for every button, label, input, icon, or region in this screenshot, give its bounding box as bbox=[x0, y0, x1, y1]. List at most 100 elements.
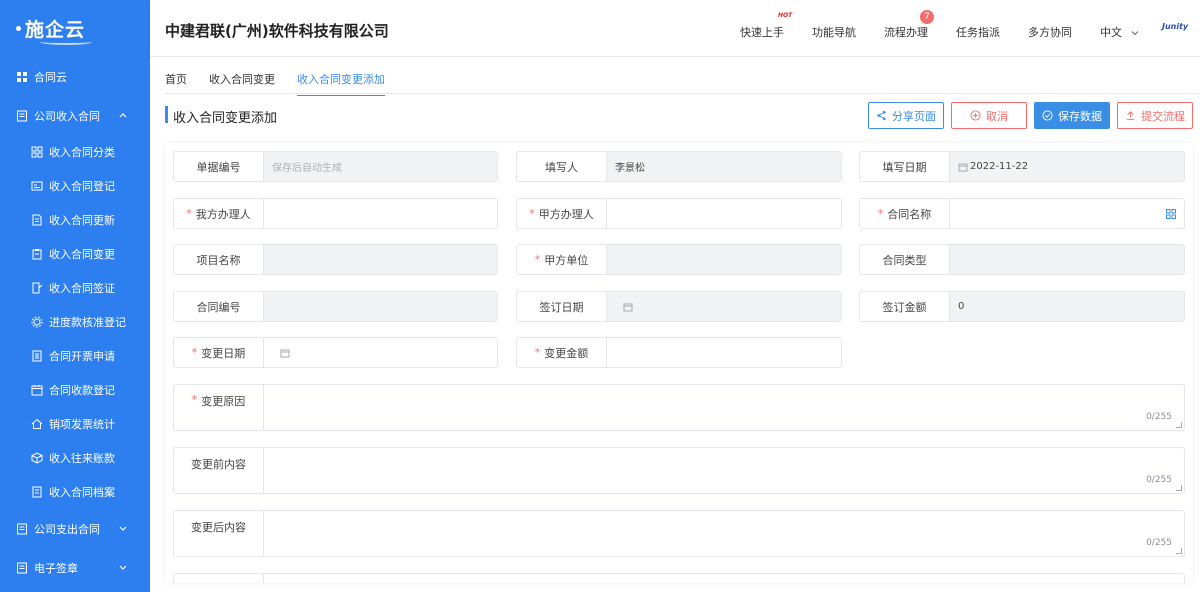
party-a-handler-input[interactable] bbox=[607, 199, 841, 228]
language-select[interactable]: 中文 bbox=[1100, 24, 1140, 40]
save-data-button[interactable]: 保存数据 bbox=[1034, 102, 1110, 129]
clipboard-icon bbox=[31, 248, 43, 260]
sidebar-group-expense-contract[interactable]: 公司支出合同 bbox=[0, 509, 150, 548]
change-date-input[interactable] bbox=[264, 338, 497, 367]
sidebar-group-income-contract[interactable]: 公司收入合同 bbox=[0, 96, 150, 135]
resize-handle[interactable] bbox=[1176, 485, 1182, 491]
sidebar-item-payment-register[interactable]: 合同收款登记 bbox=[0, 373, 150, 407]
sidebar-item-progress-payment[interactable]: 进度款核准登记 bbox=[0, 305, 150, 339]
save-data-label: 保存数据 bbox=[1058, 109, 1102, 123]
field-label: 签订金额 bbox=[860, 292, 950, 321]
sidebar-item-label: 收入合同分类 bbox=[49, 146, 115, 159]
sidebar-item-contract-update[interactable]: 收入合同更新 bbox=[0, 203, 150, 237]
sidebar-group-label: 公司收入合同 bbox=[34, 109, 100, 123]
before-content-textarea[interactable]: 0/255 bbox=[264, 448, 1184, 493]
field-project-name: 项目名称 bbox=[173, 244, 498, 275]
logo[interactable]: 施企云 bbox=[0, 0, 150, 57]
field-change-amount: * 变更金额 bbox=[516, 337, 842, 368]
writer-input: 李景松 bbox=[607, 152, 841, 181]
field-label: 项目名称 bbox=[174, 245, 264, 274]
logo-swoosh bbox=[40, 39, 92, 45]
calendar-icon bbox=[623, 302, 633, 312]
sidebar-item-label: 合同开票申请 bbox=[49, 350, 115, 363]
field-writer: 填写人 李景松 bbox=[516, 151, 842, 182]
field-label: * 我方办理人 bbox=[174, 199, 264, 228]
brand-logo: Junity bbox=[1162, 22, 1189, 31]
chevron-down-icon bbox=[119, 565, 127, 570]
document-icon bbox=[16, 110, 28, 122]
partial-next-input[interactable] bbox=[264, 574, 1184, 583]
field-before-content: 变更前内容 0/255 bbox=[173, 447, 1185, 494]
sidebar-item-invoice-apply[interactable]: 合同开票申请 bbox=[0, 339, 150, 373]
nav-collaboration[interactable]: 多方协同 bbox=[1028, 24, 1072, 40]
document-icon bbox=[16, 562, 28, 574]
sidebar-item-label: 收入合同签证 bbox=[49, 282, 115, 295]
contract-type-input bbox=[950, 245, 1184, 274]
nav-task-assign[interactable]: 任务指派 bbox=[956, 24, 1000, 40]
field-label: 填写人 bbox=[517, 152, 607, 181]
chevron-down-icon bbox=[119, 526, 127, 531]
field-change-date: * 变更日期 bbox=[173, 337, 498, 368]
company-name: 中建君联(广州)软件科技有限公司 bbox=[165, 22, 389, 40]
sidebar-item-contract-archive[interactable]: 收入合同档案 bbox=[0, 475, 150, 509]
change-reason-textarea[interactable]: 0/255 bbox=[264, 385, 1184, 430]
field-label: 变更前内容 bbox=[174, 448, 264, 493]
sidebar-item-output-invoice[interactable]: 销项发票统计 bbox=[0, 407, 150, 441]
sidebar-item-label: 销项发票统计 bbox=[49, 418, 115, 431]
sidebar-item-label: 合同收款登记 bbox=[49, 384, 115, 397]
select-grid-icon[interactable] bbox=[1166, 209, 1176, 222]
check-circle-icon bbox=[1042, 110, 1053, 121]
title-accent bbox=[165, 106, 168, 123]
sidebar-item-contract-register[interactable]: 收入合同登记 bbox=[0, 169, 150, 203]
nav-function-guide[interactable]: 功能导航 bbox=[812, 24, 856, 40]
sidebar-group-e-signature[interactable]: 电子签章 bbox=[0, 548, 150, 587]
logo-dot bbox=[16, 26, 21, 31]
sidebar-item-label: 收入往来账款 bbox=[49, 452, 115, 465]
form-panel: 单据编号 保存后自动生成 填写人 李景松 填写日期 2022-11-22 * 我方… bbox=[165, 143, 1193, 583]
field-after-content: 变更后内容 0/255 bbox=[173, 510, 1185, 557]
change-amount-input[interactable] bbox=[607, 338, 841, 367]
file-refresh-icon bbox=[31, 214, 43, 226]
grid-icon bbox=[16, 71, 28, 83]
nav-process[interactable]: 流程办理 bbox=[884, 24, 928, 40]
char-counter: 0/255 bbox=[1146, 475, 1172, 485]
top-header: 中建君联(广州)软件科技有限公司 HOT 快速上手 功能导航 流程办理 7 任务… bbox=[150, 0, 1200, 57]
field-sign-date: 签订日期 bbox=[516, 291, 842, 322]
sidebar-item-label: 进度款核准登记 bbox=[49, 316, 126, 329]
doc-no-input: 保存后自动生成 bbox=[264, 152, 497, 181]
sign-date-input bbox=[607, 292, 841, 321]
nav-quick-start[interactable]: 快速上手 bbox=[740, 24, 784, 40]
share-page-button[interactable]: 分享页面 bbox=[868, 102, 944, 129]
field-write-date: 填写日期 2022-11-22 bbox=[859, 151, 1185, 182]
resize-handle[interactable] bbox=[1176, 548, 1182, 554]
gear-icon bbox=[31, 316, 43, 328]
contract-name-input[interactable] bbox=[950, 199, 1184, 228]
sidebar-item-contract-cloud[interactable]: 合同云 bbox=[0, 57, 150, 96]
document-icon bbox=[16, 523, 28, 535]
field-label: * 甲方办理人 bbox=[517, 199, 607, 228]
field-label: 变更后内容 bbox=[174, 511, 264, 556]
sidebar-item-income-accounts[interactable]: 收入往来账款 bbox=[0, 441, 150, 475]
apps-icon bbox=[31, 146, 43, 158]
sidebar-item-contract-visa[interactable]: 收入合同签证 bbox=[0, 271, 150, 305]
archive-icon bbox=[31, 486, 43, 498]
resize-handle[interactable] bbox=[1176, 422, 1182, 428]
field-contract-no: 合同编号 bbox=[173, 291, 498, 322]
sidebar-item-label: 收入合同变更 bbox=[49, 248, 115, 261]
after-content-textarea[interactable]: 0/255 bbox=[264, 511, 1184, 556]
field-label: 填写日期 bbox=[860, 152, 950, 181]
page-title: 收入合同变更添加 bbox=[173, 111, 278, 126]
file-edit-icon bbox=[31, 282, 43, 294]
sidebar-item-contract-change[interactable]: 收入合同变更 bbox=[0, 237, 150, 271]
doc-list-icon bbox=[31, 350, 43, 362]
field-label: * 变更金额 bbox=[517, 338, 607, 367]
write-date-input: 2022-11-22 bbox=[950, 152, 1184, 181]
party-a-unit-input bbox=[607, 245, 841, 274]
our-handler-input[interactable] bbox=[264, 199, 497, 228]
sidebar-item-contract-category[interactable]: 收入合同分类 bbox=[0, 135, 150, 169]
cancel-button[interactable]: 取消 bbox=[951, 102, 1027, 129]
submit-process-button[interactable]: 提交流程 bbox=[1117, 102, 1193, 129]
char-counter: 0/255 bbox=[1146, 538, 1172, 548]
sidebar-item-label: 收入合同档案 bbox=[49, 486, 115, 499]
field-contract-name: * 合同名称 bbox=[859, 198, 1185, 229]
